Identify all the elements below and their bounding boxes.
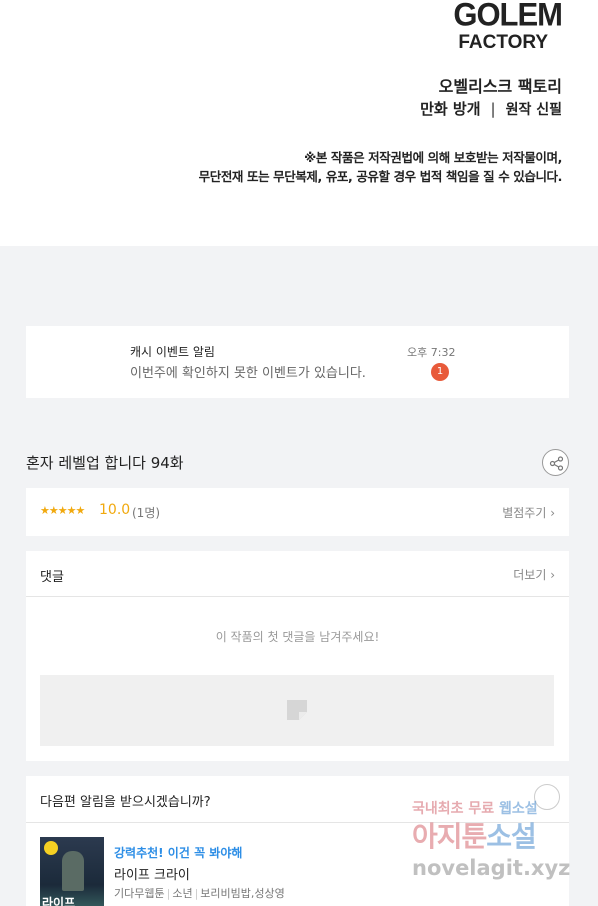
rating-count: (1명) <box>132 506 161 520</box>
meta-genre: 소년 <box>172 887 193 900</box>
comments-more-link[interactable]: 더보기 › <box>513 566 555 583</box>
recommend-tag: 강력추천! 이건 꼭 봐야해 <box>114 846 243 860</box>
meta-authors: 보리비빔밥,성상영 <box>200 887 285 900</box>
notice-line1: ※본 작품은 저작권법에 의해 보호받는 저작물이며, <box>304 150 562 165</box>
logo-line2: FACTORY <box>458 32 549 53</box>
comments-empty-message: 이 작품의 첫 댓글을 남겨주세요! <box>215 630 380 644</box>
logo-line1: GOLEM <box>453 0 563 33</box>
episode-title: 혼자 레벨업 합니다 94화 <box>26 454 184 472</box>
role-separator: | <box>490 100 496 118</box>
wait-free-clock-icon <box>44 841 58 855</box>
notice-line2: 무단전재 또는 무단복제, 유포, 공유할 경우 법적 책임을 질 수 있습니다… <box>198 169 563 184</box>
share-icon <box>549 456 564 471</box>
rating-bar: ★★★★★ 10.0 (1명) 별점주기 › <box>26 488 569 536</box>
next-alert-title: 다음편 알림을 받으시겠습니까? <box>40 795 211 810</box>
credit-roles: 만화 방개 | 원작 신필 <box>420 98 562 119</box>
studio-name: 오벨리스크 팩토리 <box>438 77 562 96</box>
comments-header: 댓글 더보기 › <box>26 551 569 597</box>
image-placeholder-icon <box>287 700 307 720</box>
thumbnail-title: 라이프 <box>42 896 76 906</box>
role-art: 만화 방개 <box>420 100 481 118</box>
ad-banner[interactable] <box>40 675 554 746</box>
recommend-title[interactable]: 라이프 크라이 <box>114 864 190 883</box>
watermark-line2: 아지툰소설 <box>412 820 537 853</box>
event-badge: 1 <box>431 363 449 381</box>
comments-title: 댓글 <box>40 570 64 585</box>
golem-factory-logo: GOLEM FACTORY <box>453 0 563 54</box>
credits-section: GOLEM FACTORY 오벨리스크 팩토리 만화 방개 | 원작 신필 ※본 작… <box>0 0 598 246</box>
rating-stars: ★★★★★ <box>40 504 85 517</box>
cash-event-alert[interactable]: 캐시 이벤트 알림 이번주에 확인하지 못한 이벤트가 있습니다. 오후 7:3… <box>26 326 569 398</box>
rate-button[interactable]: 별점주기 › <box>502 504 555 521</box>
comments-section: 댓글 더보기 › 이 작품의 첫 댓글을 남겨주세요! <box>26 551 569 761</box>
event-title: 캐시 이벤트 알림 <box>130 345 215 359</box>
event-message: 이번주에 확인하지 못한 이벤트가 있습니다. <box>130 366 366 381</box>
site-watermark: 국내최초 무료 웹소설 아지툰소설 novelagit.xyz <box>412 798 582 898</box>
recommend-meta: 기다무웹툰 | 소년 | 보리비빔밥,성상영 <box>114 887 285 900</box>
role-original: 원작 신필 <box>505 102 562 118</box>
watermark-line3: novelagit.xyz <box>412 856 571 880</box>
meta-platform: 기다무웹툰 <box>114 887 165 900</box>
share-button[interactable] <box>542 449 569 476</box>
rating-score: 10.0 <box>99 502 131 518</box>
recommend-thumbnail[interactable]: 라이프 <box>40 837 104 906</box>
copyright-notice: ※본 작품은 저작권법에 의해 보호받는 저작물이며, 무단전재 또는 무단복제… <box>198 148 563 186</box>
thumbnail-character <box>62 851 84 891</box>
event-time: 오후 7:32 <box>407 346 456 359</box>
